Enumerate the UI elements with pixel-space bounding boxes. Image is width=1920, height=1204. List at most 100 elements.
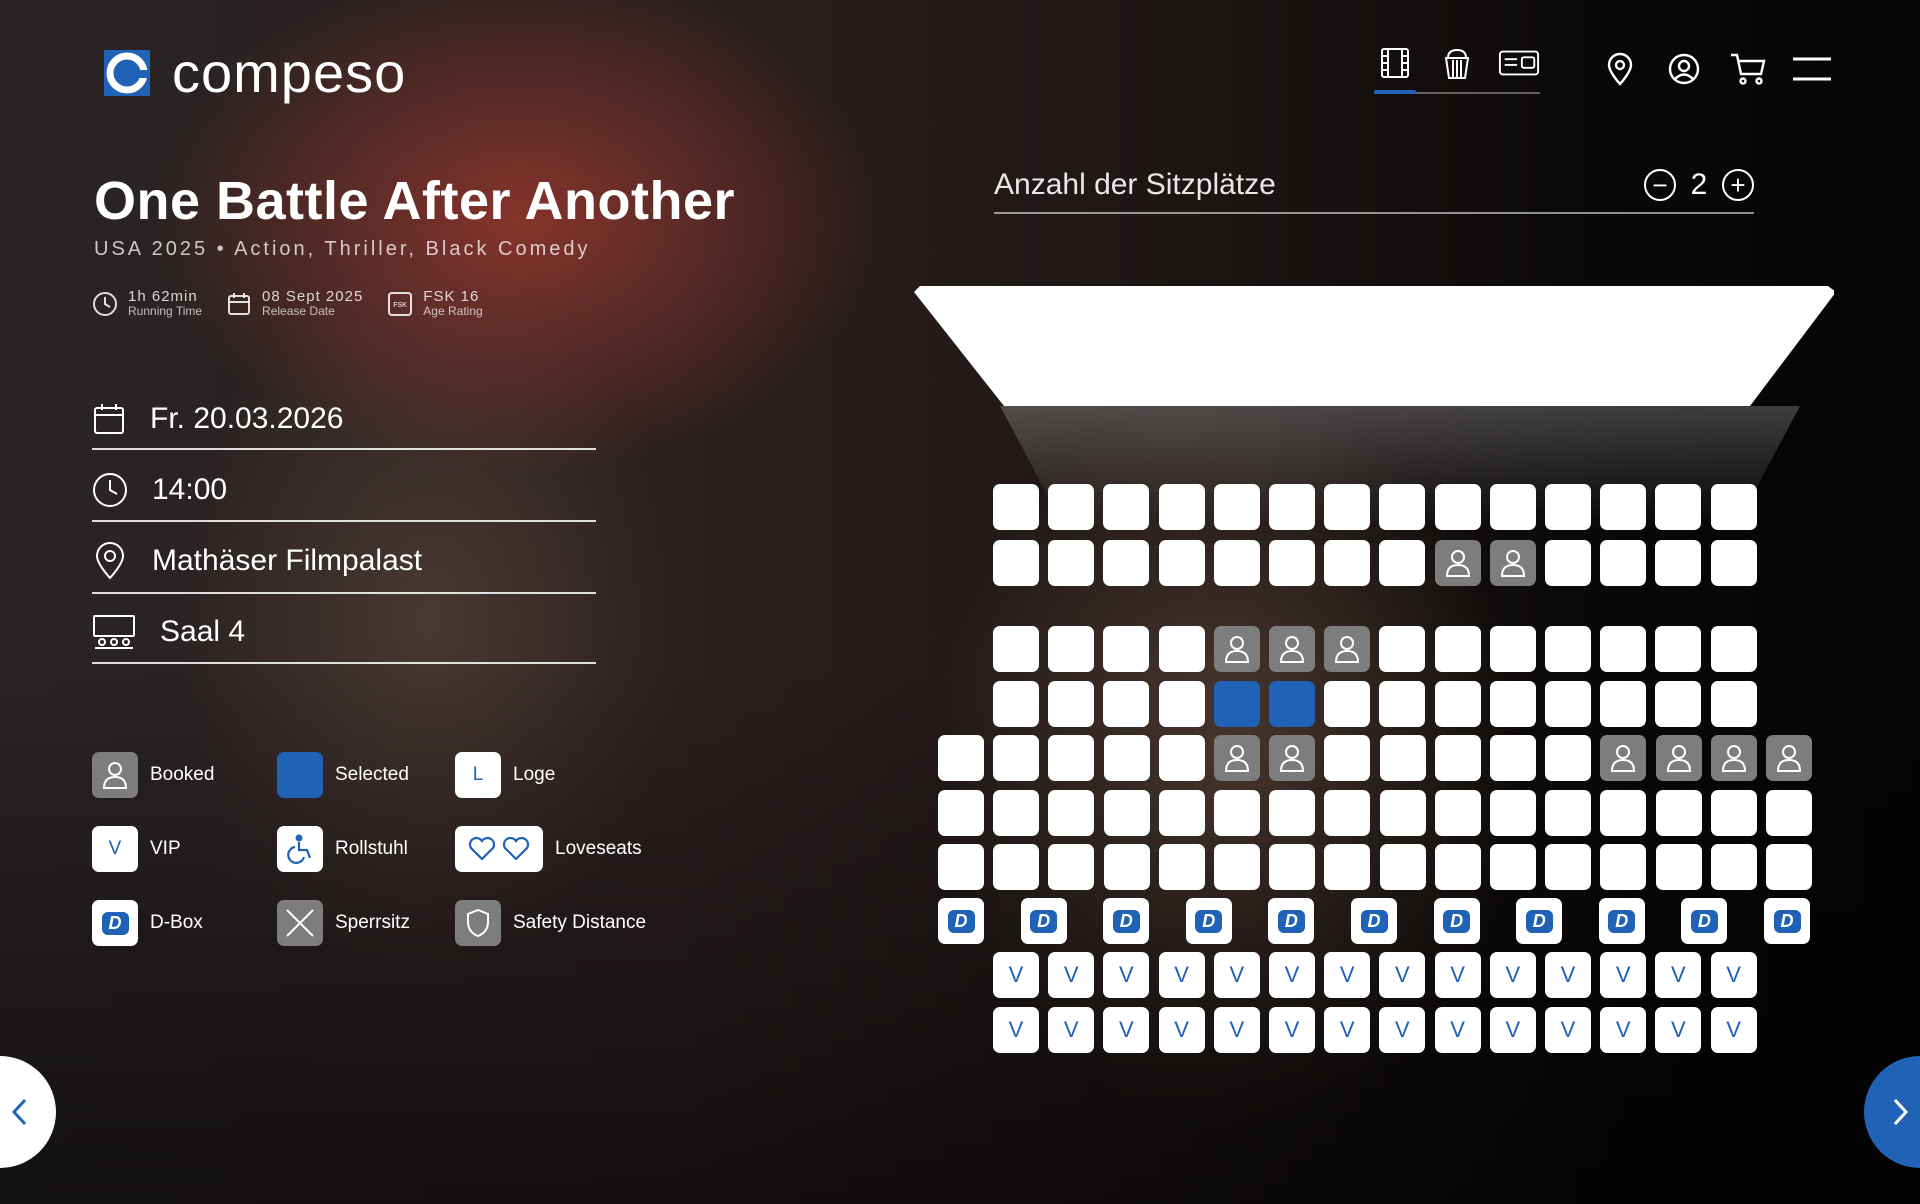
- seat-free-r4-s13[interactable]: [1655, 681, 1702, 727]
- seat-free-r2-s2[interactable]: [1048, 540, 1095, 586]
- seat-vip-r10-s12[interactable]: V: [1600, 1007, 1647, 1053]
- seat-free-r5-s4[interactable]: [1103, 735, 1150, 781]
- seat-free-r1-s4[interactable]: [1158, 484, 1205, 530]
- seat-free-r7-s4[interactable]: [1103, 844, 1150, 890]
- seat-free-r3-s2[interactable]: [1048, 626, 1095, 672]
- seat-free-r4-s11[interactable]: [1545, 681, 1591, 727]
- seat-free-r3-s14[interactable]: [1710, 626, 1757, 672]
- seat-free-r5-s8[interactable]: [1324, 735, 1371, 781]
- location-button[interactable]: [1598, 50, 1642, 88]
- seat-vip-r10-s1[interactable]: V: [993, 1007, 1039, 1053]
- seat-free-r5-s10[interactable]: [1434, 735, 1481, 781]
- seat-free-r6-s15[interactable]: [1710, 790, 1757, 836]
- seat-free-r2-s13[interactable]: [1655, 540, 1702, 586]
- seat-free-r7-s15[interactable]: [1710, 844, 1757, 890]
- seat-free-r6-s14[interactable]: [1655, 790, 1702, 836]
- seat-vip-r9-s14[interactable]: V: [1710, 952, 1757, 998]
- seat-vip-r10-s10[interactable]: V: [1489, 1007, 1536, 1053]
- seat-free-r7-s2[interactable]: [993, 844, 1040, 890]
- seat-free-r5-s9[interactable]: [1379, 735, 1426, 781]
- seat-free-r6-s9[interactable]: [1379, 790, 1426, 836]
- seat-vip-r10-s9[interactable]: V: [1434, 1007, 1481, 1053]
- seat-free-r7-s8[interactable]: [1324, 844, 1371, 890]
- seat-free-r6-s13[interactable]: [1600, 790, 1647, 836]
- seat-vip-r10-s8[interactable]: V: [1379, 1007, 1426, 1053]
- seat-free-r7-s9[interactable]: [1379, 844, 1426, 890]
- seat-free-r6-s4[interactable]: [1103, 790, 1150, 836]
- seat-dbox-r8-s6[interactable]: D: [1351, 898, 1397, 944]
- tab-snacks[interactable]: [1436, 44, 1478, 82]
- seat-free-r1-s7[interactable]: [1324, 484, 1371, 530]
- seat-free-r7-s5[interactable]: [1158, 844, 1205, 890]
- seat-free-r3-s1[interactable]: [993, 626, 1039, 672]
- seat-free-r1-s12[interactable]: [1600, 484, 1647, 530]
- seat-free-r4-s12[interactable]: [1600, 681, 1647, 727]
- increase-seats-button[interactable]: +: [1722, 169, 1754, 201]
- tab-movies[interactable]: [1374, 44, 1416, 94]
- seat-free-r7-s10[interactable]: [1434, 844, 1481, 890]
- brand-logo[interactable]: compeso: [98, 44, 406, 102]
- cinema-selector[interactable]: Mathäser Filmpalast: [92, 542, 596, 594]
- seat-free-r2-s8[interactable]: [1379, 540, 1426, 586]
- seat-vip-r9-s6[interactable]: V: [1269, 952, 1315, 998]
- seat-vip-r9-s11[interactable]: V: [1545, 952, 1591, 998]
- menu-button[interactable]: [1790, 50, 1834, 88]
- seat-free-r5-s1[interactable]: [938, 735, 984, 781]
- seat-free-r2-s4[interactable]: [1158, 540, 1205, 586]
- seat-dbox-r8-s11[interactable]: D: [1764, 898, 1810, 944]
- seat-vip-r9-s9[interactable]: V: [1434, 952, 1481, 998]
- seat-selected-r4-s5[interactable]: [1213, 681, 1260, 727]
- seat-free-r1-s10[interactable]: [1489, 484, 1536, 530]
- seat-free-r5-s12[interactable]: [1545, 735, 1592, 781]
- seat-free-r7-s13[interactable]: [1600, 844, 1647, 890]
- cart-button[interactable]: [1726, 50, 1770, 88]
- seat-free-r5-s2[interactable]: [993, 735, 1040, 781]
- seat-vip-r10-s11[interactable]: V: [1545, 1007, 1591, 1053]
- seat-vip-r10-s3[interactable]: V: [1103, 1007, 1150, 1053]
- seat-dbox-r8-s8[interactable]: D: [1516, 898, 1563, 944]
- seat-free-r7-s12[interactable]: [1545, 844, 1592, 890]
- seat-free-r1-s6[interactable]: [1269, 484, 1315, 530]
- seat-free-r1-s2[interactable]: [1048, 484, 1095, 530]
- seat-free-r3-s3[interactable]: [1103, 626, 1150, 672]
- seat-vip-r9-s2[interactable]: V: [1048, 952, 1095, 998]
- seat-free-r2-s3[interactable]: [1103, 540, 1150, 586]
- seat-dbox-r8-s9[interactable]: D: [1598, 898, 1645, 944]
- decrease-seats-button[interactable]: −: [1644, 169, 1676, 201]
- seat-free-r7-s3[interactable]: [1048, 844, 1095, 890]
- seat-free-r7-s6[interactable]: [1214, 844, 1260, 890]
- seat-free-r4-s3[interactable]: [1103, 681, 1150, 727]
- seat-free-r4-s10[interactable]: [1489, 681, 1536, 727]
- seat-free-r7-s11[interactable]: [1490, 844, 1536, 890]
- seat-dbox-r8-s1[interactable]: D: [938, 898, 984, 944]
- seat-vip-r10-s7[interactable]: V: [1324, 1007, 1371, 1053]
- seat-vip-r9-s1[interactable]: V: [993, 952, 1039, 998]
- seat-free-r4-s4[interactable]: [1158, 681, 1205, 727]
- seat-vip-r10-s13[interactable]: V: [1655, 1007, 1702, 1053]
- seat-free-r6-s2[interactable]: [993, 790, 1040, 836]
- seat-free-r1-s3[interactable]: [1103, 484, 1150, 530]
- seat-free-r3-s9[interactable]: [1434, 626, 1481, 672]
- seat-free-r1-s11[interactable]: [1545, 484, 1591, 530]
- seat-vip-r9-s12[interactable]: V: [1600, 952, 1647, 998]
- seat-dbox-r8-s2[interactable]: D: [1020, 898, 1067, 944]
- seat-free-r6-s1[interactable]: [938, 790, 984, 836]
- seat-free-r4-s9[interactable]: [1434, 681, 1481, 727]
- seat-vip-r10-s14[interactable]: V: [1710, 1007, 1757, 1053]
- seat-free-r3-s13[interactable]: [1655, 626, 1702, 672]
- seat-vip-r10-s4[interactable]: V: [1158, 1007, 1205, 1053]
- seat-free-r3-s10[interactable]: [1489, 626, 1536, 672]
- seat-vip-r9-s4[interactable]: V: [1158, 952, 1205, 998]
- seat-free-r1-s8[interactable]: [1379, 484, 1426, 530]
- seat-dbox-r8-s3[interactable]: D: [1103, 898, 1150, 944]
- hall-selector[interactable]: Saal 4: [92, 614, 596, 664]
- seat-free-r3-s4[interactable]: [1158, 626, 1205, 672]
- seat-vip-r9-s3[interactable]: V: [1103, 952, 1150, 998]
- seat-free-r6-s7[interactable]: [1269, 790, 1316, 836]
- seat-free-r6-s12[interactable]: [1545, 790, 1592, 836]
- seat-free-r2-s14[interactable]: [1710, 540, 1757, 586]
- seat-free-r6-s10[interactable]: [1434, 790, 1481, 836]
- seat-free-r4-s14[interactable]: [1710, 681, 1757, 727]
- seat-free-r4-s2[interactable]: [1048, 681, 1095, 727]
- seat-free-r1-s5[interactable]: [1213, 484, 1260, 530]
